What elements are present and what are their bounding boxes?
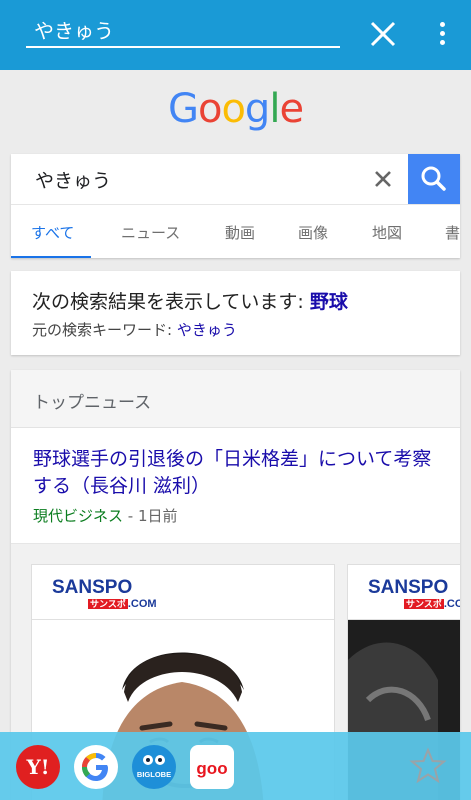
more-vert-icon[interactable] bbox=[428, 18, 456, 52]
google-icon[interactable] bbox=[72, 743, 120, 791]
sanspo-logo: SANSPO サンスポ.COM bbox=[368, 577, 460, 610]
news-age: - 1日前 bbox=[123, 507, 178, 525]
star-outline-icon[interactable] bbox=[408, 746, 448, 786]
sanspo-logo: SANSPO サンスポ.COM bbox=[52, 577, 157, 610]
search-card: やきゅう すべて ニュース 動画 画像 地図 書 bbox=[11, 154, 460, 258]
google-logo: Google bbox=[0, 86, 471, 132]
corrected-term-link[interactable]: 野球 bbox=[310, 291, 348, 313]
logo-letter: e bbox=[279, 86, 304, 132]
query-field[interactable]: やきゅう bbox=[26, 16, 340, 48]
logo-letter: o bbox=[197, 86, 223, 132]
tab-videos[interactable]: 動画 bbox=[225, 222, 255, 243]
top-news-title: トップニュース bbox=[33, 393, 152, 413]
showing-results-prefix: 次の検索結果を表示しています: bbox=[32, 291, 310, 313]
search-button[interactable] bbox=[408, 154, 460, 204]
search-row: やきゅう bbox=[11, 154, 460, 204]
news-article-meta: 現代ビジネス - 1日前 bbox=[33, 505, 178, 526]
search-tabs: すべて ニュース 動画 画像 地図 書 bbox=[11, 204, 460, 258]
svg-text:BIGLOBE: BIGLOBE bbox=[137, 770, 171, 779]
clear-icon[interactable] bbox=[370, 166, 396, 192]
original-query-line: 元の検索キーワード: やきゅう bbox=[32, 319, 237, 340]
biglobe-icon[interactable]: BIGLOBE bbox=[130, 743, 178, 791]
app-bar: やきゅう bbox=[0, 0, 471, 70]
tab-all[interactable]: すべて bbox=[31, 222, 74, 243]
goo-icon[interactable]: goo bbox=[188, 743, 236, 791]
news-article-title[interactable]: 野球選手の引退後の「日米格差」について考察する（長谷川 滋利） bbox=[33, 446, 443, 500]
search-icon bbox=[421, 166, 446, 191]
spelling-correction-card: 次の検索結果を表示しています: 野球 元の検索キーワード: やきゅう bbox=[11, 271, 460, 355]
tab-books[interactable]: 書 bbox=[445, 222, 460, 243]
top-news-header: トップニュース bbox=[11, 370, 460, 428]
original-query-prefix: 元の検索キーワード: bbox=[32, 321, 177, 339]
svg-text:goo: goo bbox=[196, 759, 227, 778]
yahoo-icon[interactable]: Y! bbox=[14, 743, 62, 791]
original-term-link[interactable]: やきゅう bbox=[177, 321, 237, 339]
bottom-dock: Y! BIGLOBE goo bbox=[0, 732, 471, 800]
news-source: 現代ビジネス bbox=[33, 507, 124, 525]
logo-letter: g bbox=[244, 86, 270, 132]
search-input[interactable]: やきゅう bbox=[35, 166, 111, 193]
logo-letter: o bbox=[221, 86, 246, 132]
close-icon[interactable] bbox=[366, 17, 400, 51]
logo-letter: l bbox=[269, 86, 280, 132]
tab-images[interactable]: 画像 bbox=[298, 222, 328, 243]
showing-results-line: 次の検索結果を表示しています: 野球 bbox=[32, 287, 348, 314]
tab-maps[interactable]: 地図 bbox=[372, 222, 402, 243]
svg-text:Y!: Y! bbox=[25, 755, 49, 779]
active-tab-indicator bbox=[11, 256, 91, 258]
logo-letter: G bbox=[167, 86, 199, 132]
tab-news[interactable]: ニュース bbox=[121, 222, 180, 243]
